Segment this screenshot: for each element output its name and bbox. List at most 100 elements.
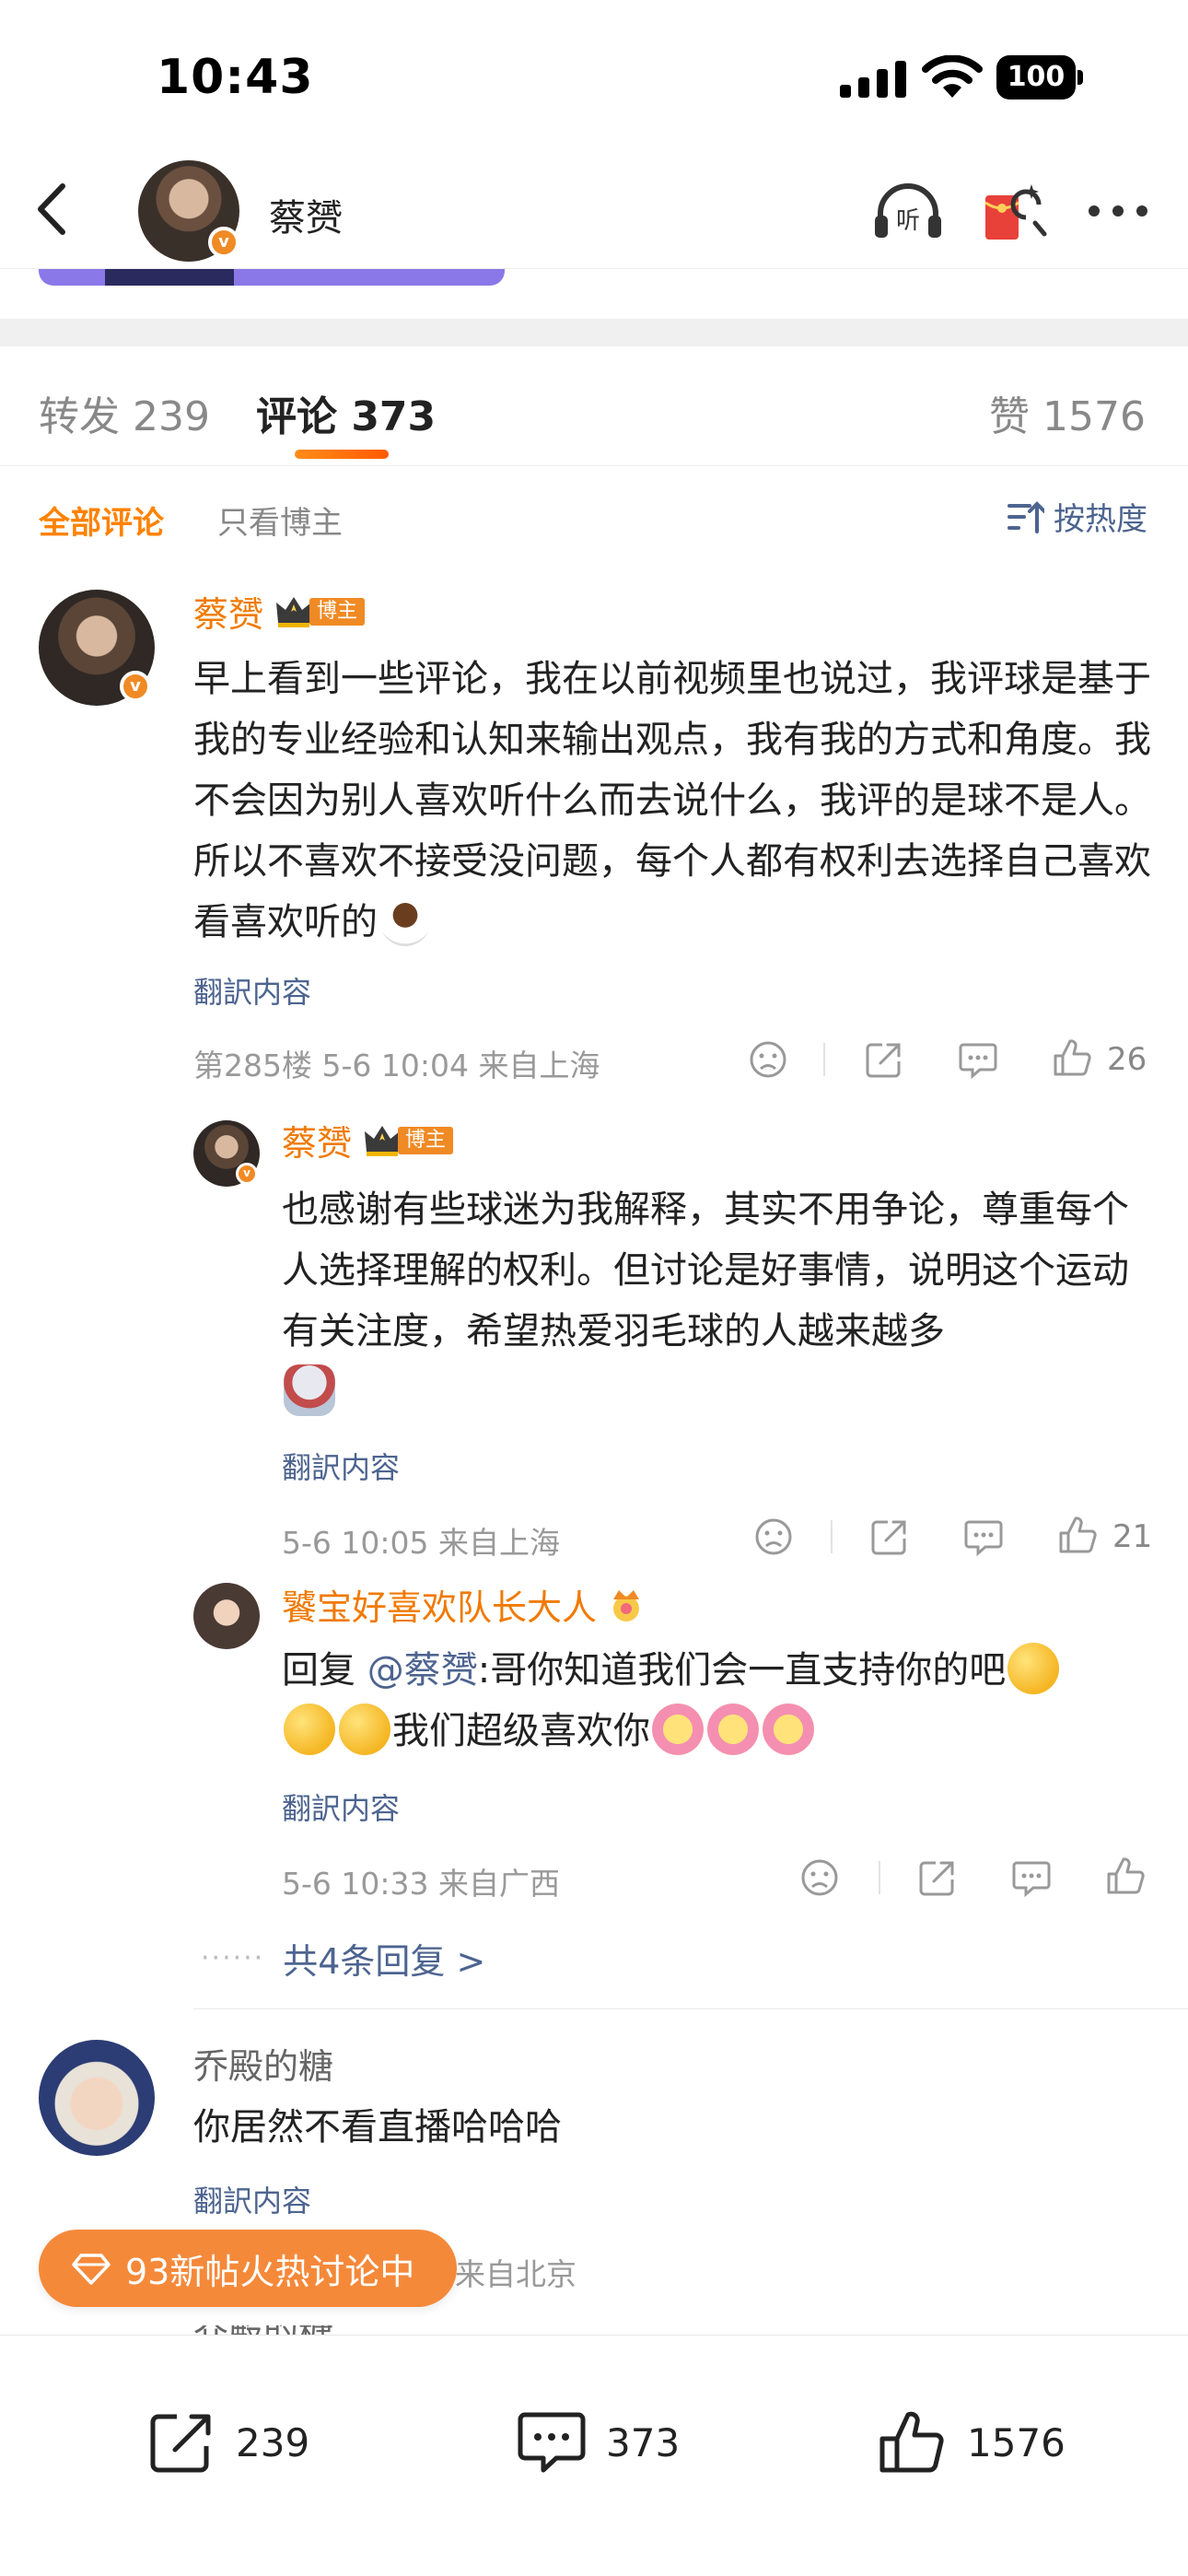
commenter-name[interactable]: 蔡赟 博主 — [193, 586, 366, 637]
status-bar: 10:43 100 — [0, 0, 1188, 147]
commenter-name[interactable]: 乔殿的糖 — [193, 2038, 333, 2089]
comment-text[interactable]: 早上看到一些评论，我在以前视频里也说过，我评球是基于我的专业经验和认知来输出观点… — [193, 649, 1151, 953]
translate-link[interactable]: 翻訳内容 — [282, 1786, 400, 1828]
hot-discussion-pill[interactable]: 93新帖火热讨论中 — [39, 2230, 457, 2307]
translate-link[interactable]: 翻訳内容 — [282, 1445, 400, 1487]
verified-badge-icon: v — [236, 1163, 258, 1185]
flower-emoji-icon — [652, 1704, 704, 1755]
comment-meta: 来自北京 — [455, 2256, 577, 2292]
comment-count: 373 — [606, 2419, 681, 2465]
repost-share-icon — [150, 2414, 211, 2473]
tab-like[interactable]: 赞 1576 — [989, 383, 1146, 442]
nav-bar: v 蔡赟 听 — [0, 147, 1188, 269]
replier-avatar[interactable] — [193, 1583, 260, 1649]
reply-icon[interactable] — [961, 1515, 1006, 1559]
like-thumb-icon[interactable] — [1050, 1036, 1094, 1080]
flower-emoji-icon — [707, 1704, 759, 1755]
tab-repost[interactable]: 转发 239 — [39, 383, 210, 442]
commenter-name-text: 蔡赟 — [193, 594, 264, 635]
translate-link[interactable]: 翻訳内容 — [193, 2178, 311, 2220]
like-thumb-icon — [879, 2411, 944, 2473]
replier-name-text: 蔡赟 — [282, 1123, 353, 1164]
sort-label: 按热度 — [1054, 501, 1147, 538]
listen-headphones-icon[interactable]: 听 — [871, 179, 945, 243]
reply-text[interactable]: 也感谢有些球迷为我解释，其实不用争论，尊重每个人选择理解的权利。但讨论是好事情，… — [282, 1179, 1151, 1423]
author-name[interactable]: 蔡赟 — [269, 188, 343, 241]
commenter-avatar[interactable] — [39, 2040, 155, 2156]
filter-owner-only[interactable]: 只看博主 — [217, 498, 343, 543]
like-button[interactable]: 1576 — [877, 2409, 1066, 2476]
crown-badge-icon — [613, 1589, 640, 1622]
wifi-icon — [922, 55, 983, 98]
more-options-icon[interactable] — [1085, 179, 1151, 243]
ultraman-emoji-icon — [284, 1364, 335, 1416]
owner-tag: 博主 — [309, 597, 366, 626]
status-time: 10:43 — [157, 50, 314, 105]
cellular-signal-icon — [840, 61, 906, 98]
owner-badge: 博主 — [363, 1124, 454, 1157]
svg-text:听: 听 — [896, 207, 920, 235]
comment-bubble-icon — [518, 2412, 586, 2473]
comment-body: 早上看到一些评论，我在以前视频里也说过，我评球是基于我的专业经验和认知来输出观点… — [193, 658, 1151, 943]
bottom-action-bar: 239 373 1576 — [0, 2335, 1188, 2576]
video-card-edge[interactable] — [39, 269, 505, 286]
comment-filters: 全部评论 只看博主 按热度 — [0, 466, 1188, 568]
reply-body-2: 我们超级喜欢你 — [392, 1710, 650, 1752]
battery-level: 100 — [996, 55, 1076, 100]
sort-icon — [1007, 500, 1044, 533]
dotted-line: ······ — [201, 1942, 265, 1974]
mention-link[interactable]: @蔡赟 — [367, 1649, 478, 1692]
reply-body: :哥你知道我们会一直支持你的吧 — [477, 1649, 1007, 1692]
battery-icon: 100 — [996, 55, 1085, 100]
crown-icon — [365, 1125, 401, 1156]
crown-icon — [276, 596, 312, 627]
blush-emoji-icon — [1007, 1643, 1060, 1694]
share-icon[interactable] — [915, 1856, 960, 1900]
dislike-face-icon[interactable] — [746, 1037, 790, 1082]
share-icon[interactable] — [862, 1037, 906, 1082]
verified-badge-icon: v — [120, 671, 151, 702]
filter-all-comments[interactable]: 全部评论 — [39, 498, 164, 543]
translate-link[interactable]: 翻訳内容 — [193, 969, 311, 1012]
back-arrow-icon[interactable] — [26, 177, 77, 241]
like-count: 21 — [1112, 1518, 1153, 1555]
like-count-total: 1576 — [967, 2419, 1066, 2465]
blush-emoji-icon — [284, 1704, 335, 1755]
coffee-emoji-icon — [379, 895, 431, 946]
clipped-author-text: 乔殿的糖 — [193, 2325, 433, 2335]
comment-button[interactable]: 373 — [516, 2409, 680, 2476]
like-count: 26 — [1107, 1041, 1147, 1078]
replier-name[interactable]: 蔡赟 博主 — [282, 1115, 454, 1165]
more-replies-label: 共4条回复 > — [283, 1941, 486, 1982]
next-comment-author-clipped: 乔殿的糖 — [193, 2325, 433, 2335]
reply-text[interactable]: 回复 @蔡赟:哥你知道我们会一直支持你的吧我们超级喜欢你 — [282, 1640, 1151, 1762]
view-more-replies-link[interactable]: ······ 共4条回复 > — [201, 1933, 485, 1984]
sort-by-hot-button[interactable]: 按热度 — [1006, 494, 1147, 539]
reply-meta: 5-6 10:33 来自广西 — [282, 1866, 560, 1902]
post-tabs: 转发 239 评论 373 赞 1576 — [0, 346, 1188, 466]
red-packet-icon[interactable] — [980, 179, 1050, 245]
replier-name[interactable]: 饕宝好喜欢队长大人 — [282, 1579, 646, 1630]
reply-icon[interactable] — [956, 1037, 1000, 1082]
replier-name-text: 饕宝好喜欢队长大人 — [282, 1587, 598, 1628]
dislike-face-icon[interactable] — [751, 1515, 796, 1559]
owner-tag: 博主 — [398, 1126, 454, 1154]
share-icon[interactable] — [868, 1515, 912, 1559]
hot-pill-label: 93新帖火热讨论中 — [125, 2251, 415, 2292]
reply-meta: 5-6 10:05 来自上海 — [282, 1525, 560, 1561]
repost-button[interactable]: 239 — [146, 2409, 309, 2476]
like-thumb-icon[interactable] — [1055, 1513, 1100, 1557]
reply-icon[interactable] — [1009, 1856, 1054, 1900]
diamond-icon — [72, 2254, 111, 2285]
flower-emoji-icon — [763, 1704, 814, 1755]
reply-prefix: 回复 — [282, 1649, 367, 1692]
active-tab-indicator — [295, 450, 389, 459]
tab-comment[interactable]: 评论 373 — [256, 383, 436, 442]
verified-badge-icon: v — [208, 227, 239, 258]
section-separator — [0, 319, 1188, 346]
like-thumb-icon[interactable] — [1103, 1854, 1147, 1898]
comment-meta: 第285楼 5-6 10:04 来自上海 — [193, 1048, 600, 1083]
comment-divider — [193, 2008, 1188, 2009]
dislike-face-icon[interactable] — [798, 1856, 842, 1900]
comment-text[interactable]: 你居然不看直播哈哈哈 — [193, 2097, 1151, 2158]
